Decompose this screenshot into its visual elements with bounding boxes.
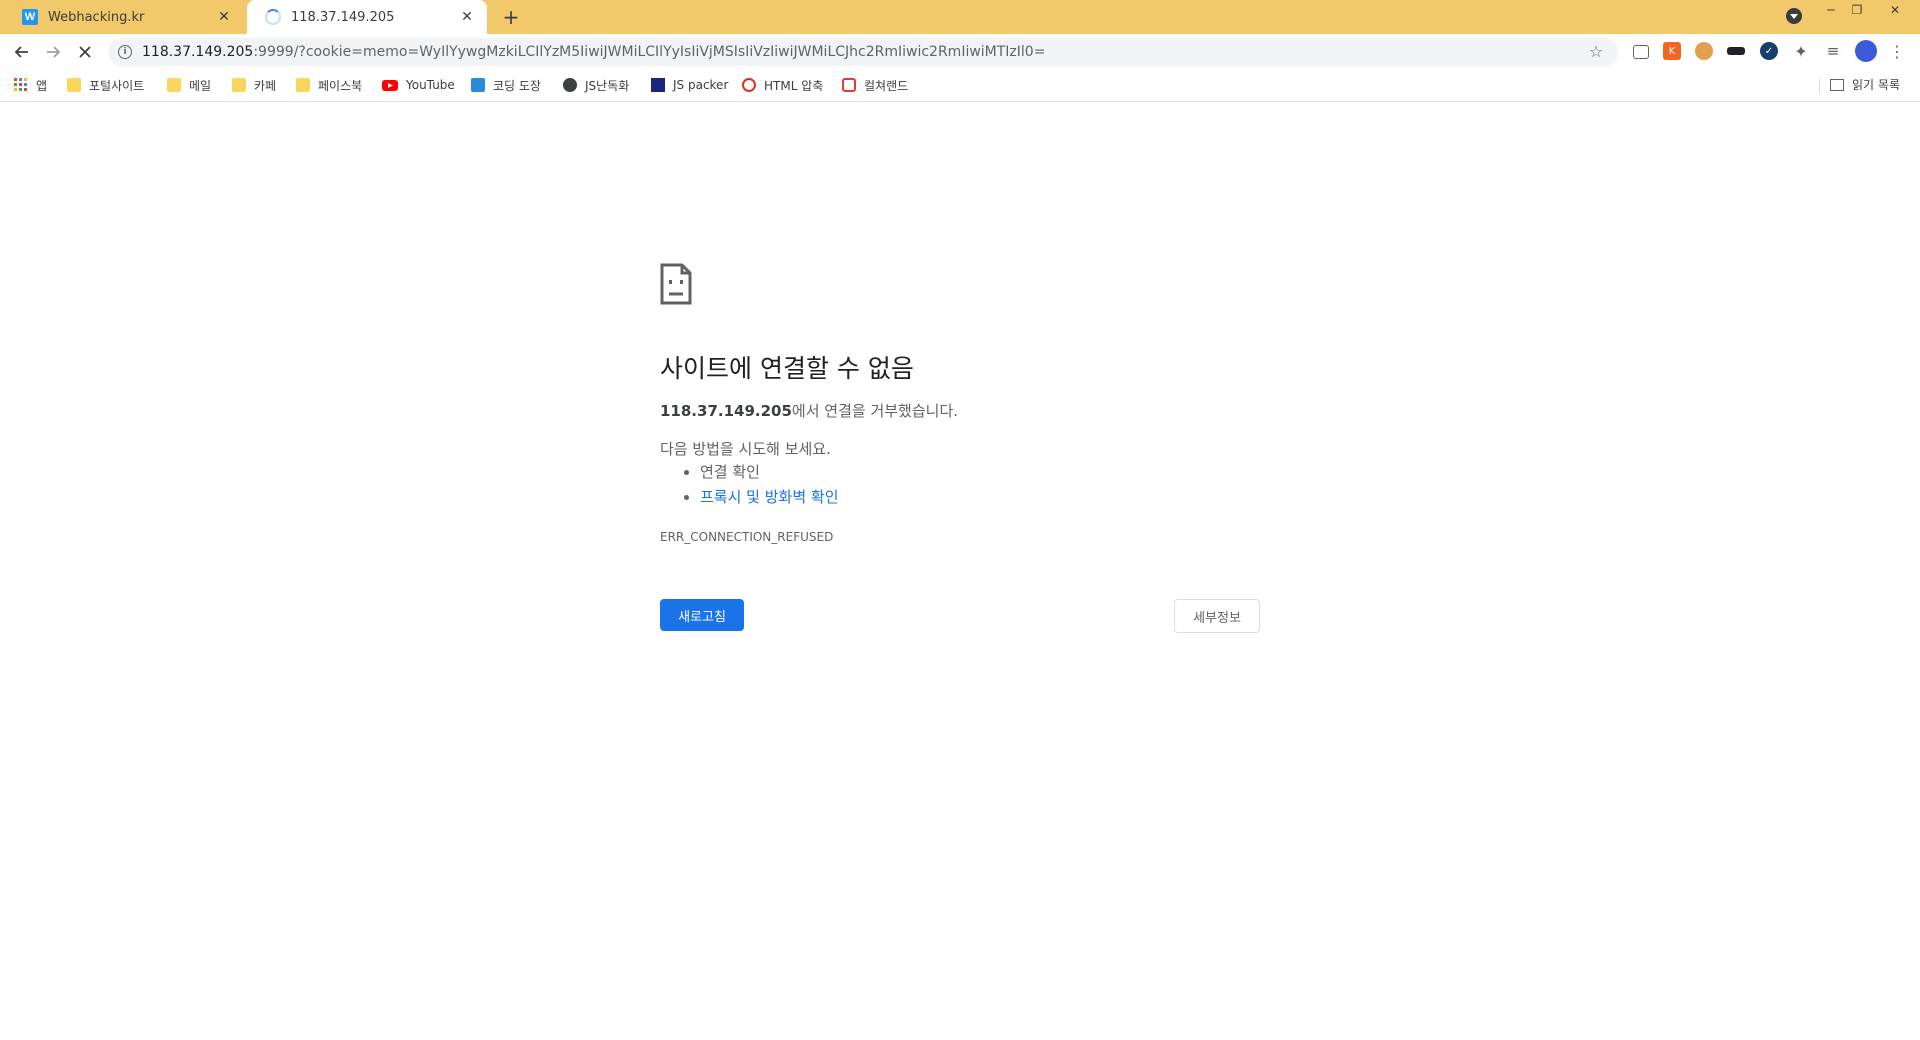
- bookmark-folder-portal[interactable]: 포털사이트: [67, 76, 144, 94]
- reading-list-label: 읽기 목록: [1852, 78, 1900, 92]
- error-code: ERR_CONNECTION_REFUSED: [660, 530, 834, 544]
- bookmark-label: HTML 압축: [764, 78, 824, 93]
- close-icon: [79, 46, 91, 58]
- suggestion-heading: 다음 방법을 시도해 보세요.: [660, 440, 831, 458]
- bookmark-js-packer[interactable]: JS packer: [651, 76, 728, 94]
- bookmark-html-compress[interactable]: HTML 압축: [742, 76, 823, 94]
- apps-grid-icon: [14, 78, 27, 91]
- extension-orange-icon[interactable]: K: [1663, 42, 1681, 60]
- sad-page-icon: [660, 263, 692, 305]
- webhacking-favicon-icon: W: [22, 9, 38, 25]
- back-button[interactable]: [10, 40, 34, 64]
- bookmark-label: 페이스북: [318, 78, 363, 93]
- url-host: 118.37.149.205: [142, 44, 254, 60]
- tab-active[interactable]: 118.37.149.205 ✕: [247, 0, 487, 34]
- bookmark-label: 앱: [36, 78, 48, 93]
- error-detail-text: 에서 연결을 거부했습니다.: [791, 402, 959, 420]
- url-path: :9999/?cookie=memo=WyIlYywgMzkiLCIlYzM5I…: [253, 44, 1046, 60]
- bookmark-coding-dojang[interactable]: 코딩 도장: [471, 76, 541, 94]
- reading-list-icon: [1830, 78, 1845, 91]
- bookmarks-divider: [1819, 78, 1820, 94]
- tab-search-icon[interactable]: [1786, 8, 1802, 24]
- folder-icon: [296, 78, 310, 92]
- close-tab-icon[interactable]: ✕: [216, 9, 232, 25]
- tab-title: 118.37.149.205: [291, 9, 395, 25]
- coding-dojang-icon: [471, 78, 485, 92]
- cultureland-icon: [842, 78, 856, 92]
- bookmark-folder-cafe[interactable]: 카페: [232, 76, 276, 94]
- address-bar[interactable]: i 118.37.149.205:9999/?cookie=memo=WyIlY…: [108, 38, 1618, 66]
- tab-strip: W Webhacking.kr ✕ 118.37.149.205 ✕ + ─ ❐…: [0, 0, 1920, 34]
- new-tab-button[interactable]: +: [500, 6, 522, 28]
- details-button[interactable]: 세부정보: [1174, 599, 1260, 633]
- html-compress-icon: [742, 78, 756, 92]
- stop-loading-button[interactable]: [73, 40, 97, 64]
- youtube-icon: [382, 80, 398, 91]
- profile-avatar[interactable]: [1855, 40, 1877, 62]
- error-title: 사이트에 연결할 수 없음: [660, 354, 914, 383]
- tab-webhacking[interactable]: W Webhacking.kr ✕: [4, 0, 244, 34]
- js-packer-icon: [651, 78, 665, 92]
- bookmark-js-obfuscator[interactable]: JS난독화: [563, 76, 629, 94]
- restore-button[interactable]: ❐: [1842, 0, 1872, 20]
- forward-button[interactable]: [41, 40, 65, 64]
- cast-extension-icon[interactable]: [1633, 45, 1649, 59]
- bookmark-label: 포털사이트: [89, 78, 145, 93]
- loading-spinner-icon: [265, 9, 281, 25]
- suggestion-text: 연결 확인: [700, 463, 760, 481]
- bookmark-apps[interactable]: 앱: [14, 76, 47, 94]
- folder-icon: [167, 78, 181, 92]
- bookmark-label: JS난독화: [585, 78, 630, 93]
- bookmark-label: 메일: [189, 78, 212, 93]
- extensions-puzzle-icon[interactable]: ✦: [1792, 42, 1810, 61]
- bookmarks-bar: 앱 포털사이트 메일 카페 페이스북 YouTube 코딩 도장 JS난독화 J…: [0, 70, 1920, 102]
- site-info-icon[interactable]: i: [118, 45, 132, 59]
- toolbar: i 118.37.149.205:9999/?cookie=memo=WyIlY…: [0, 34, 1920, 70]
- reload-button[interactable]: 새로고침: [660, 599, 744, 631]
- error-detail: 118.37.149.205에서 연결을 거부했습니다.: [660, 400, 958, 421]
- url-text: 118.37.149.205:9999/?cookie=memo=WyIlYyw…: [142, 44, 1045, 60]
- suggestion-list: 연결 확인 프록시 및 방화벽 확인: [660, 460, 839, 510]
- back-arrow-icon: [14, 46, 28, 58]
- close-tab-icon[interactable]: ✕: [459, 9, 475, 25]
- bookmark-label: 컬쳐랜드: [864, 78, 909, 93]
- globe-icon: [563, 78, 577, 92]
- media-queue-icon[interactable]: ≡: [1824, 42, 1842, 60]
- bookmark-star-icon[interactable]: ☆: [1586, 42, 1606, 62]
- bookmark-label: JS packer: [673, 78, 729, 92]
- folder-icon: [67, 78, 81, 92]
- bookmark-label: YouTube: [406, 78, 455, 92]
- bookmark-label: 코딩 도장: [493, 78, 541, 93]
- proxy-firewall-link[interactable]: 프록시 및 방화벽 확인: [700, 488, 839, 506]
- bookmark-folder-mail[interactable]: 메일: [167, 76, 211, 94]
- bookmark-cultureland[interactable]: 컬쳐랜드: [842, 76, 908, 94]
- suggestion-item: 연결 확인: [700, 460, 839, 485]
- check-extension-icon[interactable]: ✓: [1760, 42, 1778, 60]
- menu-kebab-icon[interactable]: ⋮: [1888, 42, 1906, 61]
- reading-list-button[interactable]: 읽기 목록: [1830, 76, 1900, 93]
- suggestion-item: 프록시 및 방화벽 확인: [700, 485, 839, 510]
- cookie-extension-icon[interactable]: [1695, 42, 1713, 60]
- bookmark-youtube[interactable]: YouTube: [382, 76, 455, 94]
- incognito-extension-icon[interactable]: [1727, 47, 1745, 55]
- error-host: 118.37.149.205: [660, 402, 792, 420]
- bookmark-folder-facebook[interactable]: 페이스북: [296, 76, 362, 94]
- tab-title: Webhacking.kr: [48, 9, 145, 25]
- close-window-button[interactable]: ✕: [1880, 0, 1910, 20]
- bookmark-label: 카페: [254, 78, 277, 93]
- folder-icon: [232, 78, 246, 92]
- forward-arrow-icon: [47, 46, 61, 58]
